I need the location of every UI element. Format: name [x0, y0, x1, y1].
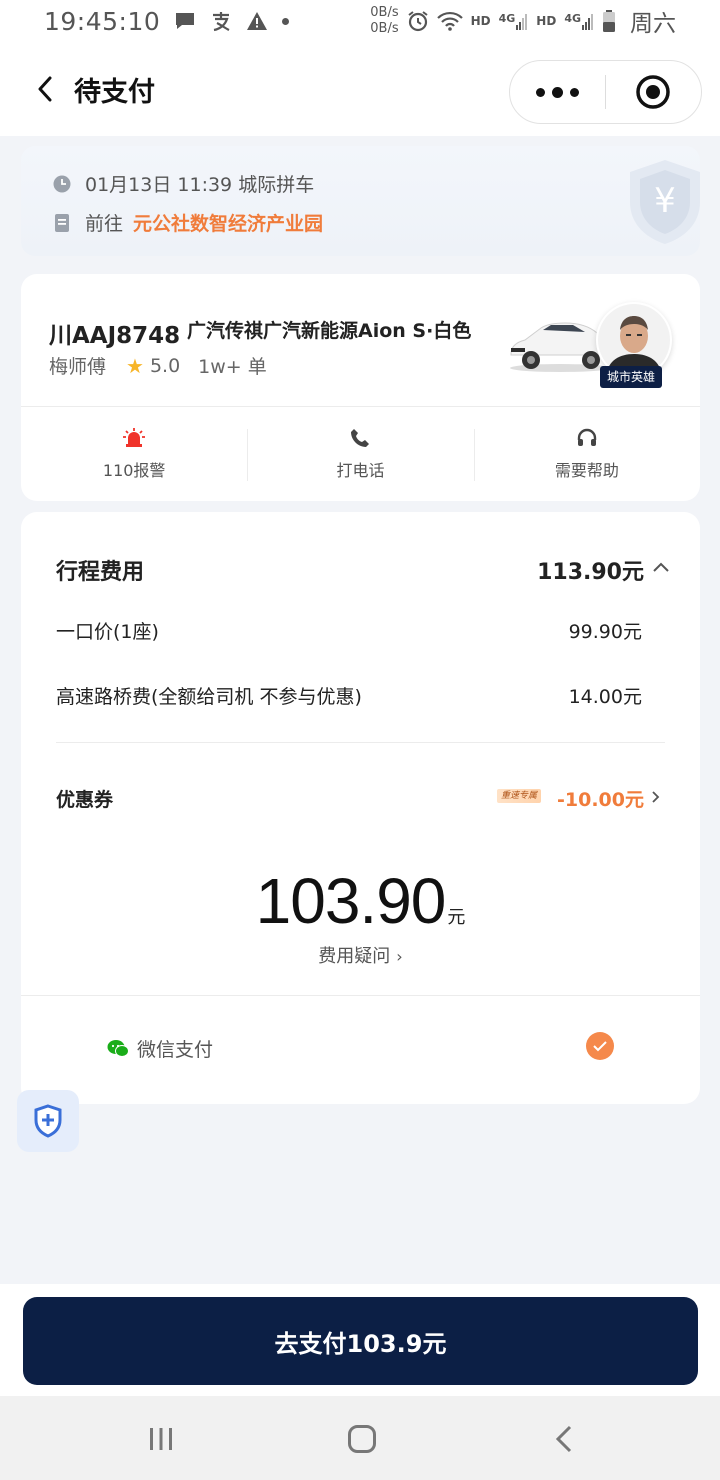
- driver-info: 梅师傅 ★ 5.0 1w+ 单: [49, 352, 267, 379]
- fee-doubt-link[interactable]: 费用疑问 ›: [21, 942, 700, 968]
- coupon-tag: 重速专属: [497, 789, 542, 803]
- chevron-right-icon[interactable]: [651, 790, 660, 804]
- trip-time-row: 01月13日 11:39 城际拼车: [53, 170, 314, 197]
- warning-icon: [247, 12, 268, 30]
- clock-icon: [53, 175, 71, 192]
- signal-icon-2: 4G: [564, 12, 594, 30]
- checkmark-icon: [593, 1040, 607, 1051]
- fee-row: 高速路桥费(全额给司机 不参与优惠) 14.00元: [56, 682, 642, 709]
- license-plate: 川AAJ8748: [49, 323, 181, 349]
- system-nav-bar: [0, 1396, 720, 1480]
- more-button[interactable]: [510, 61, 605, 123]
- pay-amount-unit: 元: [447, 907, 466, 928]
- alarm-icon: [123, 427, 146, 449]
- wechat-pay-option[interactable]: 微信支付: [107, 1035, 213, 1062]
- fee-doubt-label: 费用疑问: [318, 946, 391, 967]
- help-button[interactable]: 需要帮助: [473, 407, 700, 501]
- recent-apps-button[interactable]: [144, 1422, 178, 1456]
- coupon-value[interactable]: -10.00元: [557, 785, 644, 812]
- status-time: 19:45:10: [44, 6, 161, 36]
- home-icon: [348, 1425, 376, 1453]
- driver-card: 川AAJ8748 广汽传祺广汽新能源Aion S·白色 梅师傅 ★ 5.0 1w…: [21, 274, 700, 501]
- miniprogram-capsule: [509, 60, 702, 124]
- nav-bar: 待支付: [0, 42, 720, 136]
- chevron-left-icon: [555, 1425, 572, 1453]
- help-label: 需要帮助: [554, 461, 619, 480]
- phone-icon: [349, 427, 371, 449]
- chevron-left-icon: [38, 76, 52, 102]
- status-bar: 19:45:10 0B/s 0B/s HD 4G HD 4G 周六: [0, 0, 720, 42]
- fee-title: 行程费用: [56, 560, 145, 585]
- weekday: 周六: [630, 11, 676, 37]
- pay-amount-number: 103.90: [255, 865, 447, 937]
- driver-orders: 1w+ 单: [198, 356, 267, 378]
- alipay-icon: [213, 12, 230, 32]
- message-icon: [176, 13, 195, 29]
- document-icon: [55, 213, 69, 232]
- police-button[interactable]: 110报警: [21, 407, 247, 501]
- payment-selected-check[interactable]: [586, 1032, 614, 1060]
- alarm-clock-icon: [407, 11, 428, 32]
- payment-method-label: 微信支付: [137, 1039, 214, 1061]
- headset-icon: [576, 427, 598, 449]
- safety-center-button[interactable]: [17, 1090, 79, 1152]
- fee-row: 一口价(1座) 99.90元: [56, 617, 642, 644]
- destination-name: 元公社数智经济产业园: [133, 213, 324, 235]
- driver-rating: 5.0: [149, 354, 181, 377]
- chevron-up-icon[interactable]: [652, 560, 670, 574]
- payment-divider: [21, 995, 700, 996]
- trip-info-card: 01月13日 11:39 城际拼车 前往 元公社数智经济产业园 ¥: [21, 146, 700, 256]
- coupon-label: 优惠券: [56, 789, 114, 811]
- fee-item-value: 14.00元: [568, 686, 642, 708]
- home-button[interactable]: [345, 1422, 379, 1456]
- pay-button[interactable]: 去支付103.9元: [23, 1297, 698, 1385]
- page-title: 待支付: [74, 77, 155, 108]
- driver-name: 梅师傅: [49, 356, 107, 378]
- fee-item-label: 高速路桥费(全额给司机 不参与优惠): [56, 686, 362, 708]
- target-close-icon: [636, 75, 671, 109]
- call-label: 打电话: [336, 461, 385, 480]
- more-dot-icon: [552, 86, 563, 98]
- call-button[interactable]: 打电话: [247, 407, 473, 501]
- recent-apps-icon: [150, 1428, 172, 1450]
- signal-icon: 4G: [499, 12, 529, 30]
- fee-total[interactable]: 113.90元: [537, 554, 644, 586]
- notification-icons: [174, 10, 290, 32]
- dot-icon: [282, 17, 290, 25]
- back-button[interactable]: [30, 72, 60, 106]
- more-dot-icon: [536, 87, 545, 97]
- fee-divider: [56, 742, 665, 743]
- star-icon: ★: [126, 353, 144, 378]
- fee-item-value: 99.90元: [568, 621, 642, 643]
- chevron-right-icon: ›: [396, 947, 403, 966]
- system-back-button[interactable]: [547, 1422, 581, 1456]
- close-miniprogram-button[interactable]: [606, 61, 701, 123]
- driver-actions: 110报警 打电话 需要帮助: [21, 407, 700, 501]
- net-speed: 0B/s 0B/s: [370, 5, 399, 36]
- pay-amount: 103.90 元: [21, 864, 700, 938]
- police-label: 110报警: [102, 461, 166, 480]
- svg-text:¥: ¥: [654, 181, 676, 221]
- battery-icon: [603, 10, 615, 32]
- wifi-icon: [436, 11, 463, 31]
- bottom-pay-bar: 去支付103.9元: [0, 1284, 720, 1396]
- car-model: 广汽传祺广汽新能源Aion S·白色: [187, 320, 472, 342]
- wechat-icon: [107, 1039, 129, 1057]
- driver-avatar-wrap[interactable]: 城市英雄: [596, 302, 674, 388]
- fee-card: 行程费用 113.90元 一口价(1座) 99.90元 高速路桥费(全额给司机 …: [21, 512, 700, 1104]
- shield-plus-icon: [34, 1104, 62, 1138]
- trip-destination-row: 前往 元公社数智经济产业园: [53, 209, 323, 236]
- yuan-shield-icon: ¥: [630, 160, 700, 244]
- fee-item-label: 一口价(1座): [56, 621, 159, 643]
- trip-datetime: 01月13日 11:39 城际拼车: [85, 174, 315, 196]
- destination-prefix: 前往: [85, 213, 124, 235]
- status-right: 0B/s 0B/s HD 4G HD 4G 周六: [370, 5, 676, 37]
- city-hero-badge: 城市英雄: [600, 366, 663, 388]
- more-dot-icon: [570, 87, 579, 97]
